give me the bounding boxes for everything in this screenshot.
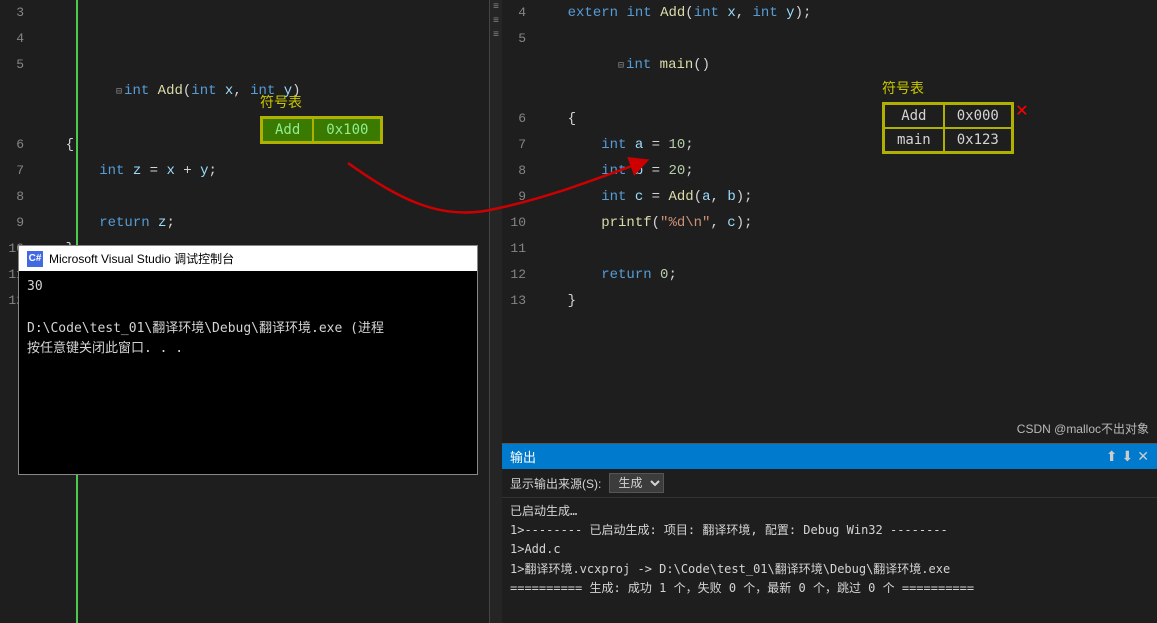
line-content: int b = 20;: [534, 158, 1157, 184]
line-content: {: [534, 106, 1157, 132]
line-number: 5: [502, 26, 534, 52]
debug-output-line1: 30: [27, 277, 469, 298]
scroll-icon-2: ≡: [493, 16, 499, 27]
line-content: return z;: [32, 210, 489, 236]
line-number: 7: [0, 158, 32, 184]
output-line: 1>Add.c: [510, 540, 1149, 559]
line-number: 5: [0, 52, 32, 78]
right-code-area: 4 extern int Add(int x, int y); 5 ⊟int m…: [502, 0, 1157, 443]
collapse-icon[interactable]: ⊟: [116, 87, 122, 98]
output-icon-3[interactable]: ✕: [1137, 448, 1149, 465]
debug-output-line2: [27, 298, 469, 319]
line-number: 7: [502, 132, 534, 158]
line-number: 11: [502, 236, 534, 262]
debug-console-title-bar: C# Microsoft Visual Studio 调试控制台: [19, 246, 477, 271]
line-number: 6: [0, 132, 32, 158]
left-symbol-table-annotation: 符号表 Add 0x100: [260, 92, 383, 144]
right-code-panel: 4 extern int Add(int x, int y); 5 ⊟int m…: [502, 0, 1157, 623]
middle-scrollbar: ≡ ≡ ≡: [490, 0, 502, 623]
output-body: 已启动生成… 1>-------- 已启动生成: 项目: 翻译环境, 配置: D…: [502, 498, 1157, 623]
right-code-lines: 4 extern int Add(int x, int y); 5 ⊟int m…: [502, 0, 1157, 314]
debug-console-body: 30 D:\Code\test_01\翻译环境\Debug\翻译环境.exe (…: [19, 271, 477, 474]
collapse-icon[interactable]: ⊟: [618, 61, 624, 72]
code-line: 5 ⊟int Add(int x, int y): [0, 52, 489, 132]
code-line: 8: [0, 184, 489, 210]
code-line: 4: [0, 26, 489, 52]
right-symbol-table: Add 0x000 main 0x123: [882, 102, 1014, 154]
debug-console-title-text: Microsoft Visual Studio 调试控制台: [49, 250, 234, 267]
watermark: CSDN @malloc不出对象: [1017, 420, 1149, 437]
code-line: 13 }: [502, 288, 1157, 314]
code-line: 4 extern int Add(int x, int y);: [502, 0, 1157, 26]
line-number: 10: [502, 210, 534, 236]
symbol-table-close-button[interactable]: ✕: [1016, 102, 1028, 122]
line-content: printf("%d\n", c);: [534, 210, 1157, 236]
code-line: 7 int a = 10;: [502, 132, 1157, 158]
output-source-select[interactable]: 生成: [609, 473, 664, 493]
line-number: 6: [502, 106, 534, 132]
line-content: }: [534, 288, 1157, 314]
code-line: 7 int z = x + y;: [0, 158, 489, 184]
line-content: ⊟int main(): [534, 26, 1157, 106]
debug-console-window: C# Microsoft Visual Studio 调试控制台 30 D:\C…: [18, 245, 478, 475]
output-header-title: 输出: [510, 447, 536, 466]
code-line: 12 return 0;: [502, 262, 1157, 288]
debug-output-line3: D:\Code\test_01\翻译环境\Debug\翻译环境.exe (进程: [27, 319, 469, 340]
output-line: ========== 生成: 成功 1 个，失败 0 个，最新 0 个，跳过 0…: [510, 579, 1149, 598]
left-code-panel: 3 4 5 ⊟int Add(int x, int y) 6 {: [0, 0, 490, 623]
code-line: 11: [502, 236, 1157, 262]
right-symbol-wrapper: Add 0x000 main 0x123 ✕: [882, 102, 1028, 154]
line-content: int a = 10;: [534, 132, 1157, 158]
output-panel-header: 输出 ⬆ ⬇ ✕: [502, 444, 1157, 469]
line-number: 12: [502, 262, 534, 288]
code-line: 8 int b = 20;: [502, 158, 1157, 184]
code-line: 3: [0, 0, 489, 26]
code-line: 9 int c = Add(a, b);: [502, 184, 1157, 210]
symbol-cell-add-addr: 0x000: [944, 104, 1012, 128]
output-line: 已启动生成…: [510, 502, 1149, 521]
output-icon-2[interactable]: ⬇: [1122, 448, 1134, 465]
output-line: 1>-------- 已启动生成: 项目: 翻译环境, 配置: Debug Wi…: [510, 521, 1149, 540]
output-source-row: 显示输出来源(S): 生成: [502, 469, 1157, 498]
debug-output-line4: 按任意键关闭此窗口. . .: [27, 339, 469, 360]
line-number: 8: [0, 184, 32, 210]
output-line: 1>翻译环境.vcxproj -> D:\Code\test_01\翻译环境\D…: [510, 560, 1149, 579]
code-line: 6 {: [502, 106, 1157, 132]
line-number: 9: [502, 184, 534, 210]
symbol-cell-name: Add: [262, 118, 313, 142]
right-symbol-table-annotation: 符号表 Add 0x000 main 0x123 ✕: [882, 78, 1028, 154]
line-number: 9: [0, 210, 32, 236]
line-number: 4: [502, 0, 534, 26]
symbol-cell-add-name: Add: [884, 104, 944, 128]
code-line: 9 return z;: [0, 210, 489, 236]
line-number: 3: [0, 0, 32, 26]
line-content: int c = Add(a, b);: [534, 184, 1157, 210]
left-symbol-label: 符号表: [260, 92, 302, 112]
code-line: 5 ⊟int main(): [502, 26, 1157, 106]
line-number: 13: [502, 288, 534, 314]
scroll-icon-3: ≡: [493, 30, 499, 41]
right-symbol-label: 符号表: [882, 78, 924, 98]
scroll-icon-1: ≡: [493, 2, 499, 13]
vs-icon: C#: [27, 251, 43, 267]
line-content: extern int Add(int x, int y);: [534, 0, 1157, 26]
symbol-cell-main-name: main: [884, 128, 944, 152]
line-content: int z = x + y;: [32, 158, 489, 184]
code-line: 6 {: [0, 132, 489, 158]
line-number: 4: [0, 26, 32, 52]
line-number: 8: [502, 158, 534, 184]
output-icon-1[interactable]: ⬆: [1106, 448, 1118, 465]
left-symbol-table: Add 0x100: [260, 116, 383, 144]
line-content: return 0;: [534, 262, 1157, 288]
symbol-cell-main-addr: 0x123: [944, 128, 1012, 152]
output-panel: 输出 ⬆ ⬇ ✕ 显示输出来源(S): 生成 已启动生成… 1>--------…: [502, 443, 1157, 623]
code-line: 10 printf("%d\n", c);: [502, 210, 1157, 236]
output-toolbar-icons: ⬆ ⬇ ✕: [1106, 448, 1149, 465]
output-source-label: 显示输出来源(S):: [510, 475, 601, 492]
symbol-cell-addr: 0x100: [313, 118, 381, 142]
